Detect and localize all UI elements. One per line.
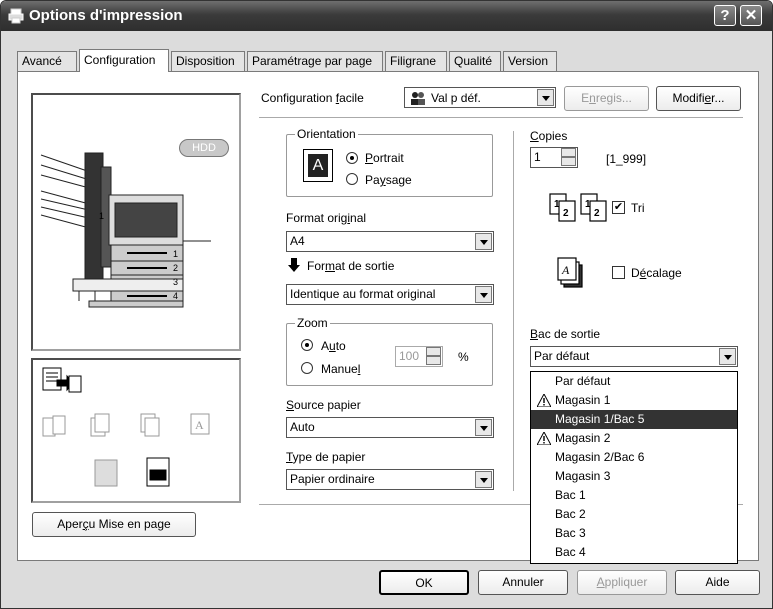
enregistrer-button[interactable]: Enregis...: [564, 86, 649, 111]
svg-text:2: 2: [563, 208, 569, 219]
arrow-down-icon: [288, 258, 300, 272]
tab-filigrane[interactable]: Filigrane: [385, 51, 447, 71]
ok-button[interactable]: OK: [379, 570, 469, 595]
zoom-manuel-label: Manuel: [321, 362, 361, 376]
modifier-button[interactable]: Modifier...: [656, 86, 741, 111]
config-facile-select[interactable]: Val p déf.: [404, 87, 556, 108]
tray-number-2: 2: [173, 263, 178, 273]
title-bar[interactable]: Options d'impression ? ✕: [1, 1, 772, 31]
dropdown-item[interactable]: Bac 4: [531, 543, 737, 562]
tri-label: Tri: [631, 201, 645, 215]
svg-text:1: 1: [554, 199, 560, 210]
printer-illustration: 1 1 2 3 4: [40, 152, 211, 308]
side-tray-number: 1: [99, 211, 104, 221]
decalage-label: Décalage: [631, 266, 682, 280]
apercu-mise-en-page-button[interactable]: Aperçu Mise en page: [32, 512, 196, 537]
printer-icon: [8, 8, 24, 24]
spin-down-icon[interactable]: [561, 157, 576, 166]
warning-icon: [537, 432, 551, 445]
dropdown-item[interactable]: Magasin 2: [531, 429, 737, 448]
svg-text:A: A: [195, 418, 204, 432]
copies-label: Copies: [530, 129, 568, 143]
chevron-down-icon: [719, 348, 736, 365]
svg-text:1: 1: [585, 199, 591, 210]
tab-version[interactable]: Version: [503, 51, 557, 71]
tray-number-3: 3: [173, 277, 178, 287]
dropdown-item[interactable]: Bac 1: [531, 486, 737, 505]
appliquer-button[interactable]: Appliquer: [577, 570, 667, 595]
source-papier-select[interactable]: Auto: [286, 417, 494, 438]
svg-text:A: A: [561, 263, 570, 277]
bac-sortie-label: Bac de sortie: [530, 327, 601, 341]
tray-number-4: 4: [173, 291, 178, 301]
print-queue-icon: [42, 367, 82, 393]
chevron-down-icon: [475, 233, 492, 250]
tab-configuration[interactable]: Configuration: [79, 49, 169, 72]
dropdown-item[interactable]: Magasin 3: [531, 467, 737, 486]
zoom-manuel-radio[interactable]: [301, 362, 313, 374]
collate-icon: 12 12: [549, 193, 607, 222]
portrait-label: Portrait: [365, 151, 404, 165]
zoom-auto-label: Auto: [321, 339, 346, 353]
annuler-button[interactable]: Annuler: [478, 570, 568, 595]
format-sortie-label: Format de sortie: [307, 259, 395, 273]
chevron-down-icon: [537, 89, 554, 106]
type-papier-select[interactable]: Papier ordinaire: [286, 469, 494, 490]
dropdown-item[interactable]: Magasin 2/Bac 6: [531, 448, 737, 467]
tri-checkbox[interactable]: ✔: [612, 201, 625, 214]
layout-icons: A: [42, 367, 210, 487]
bac-sortie-dropdown: Par défaut Magasin 1 Magasin 1/Bac 5 Mag…: [530, 371, 738, 564]
format-sortie-select[interactable]: Identique au format original: [286, 284, 494, 305]
orientation-legend: Orientation: [295, 127, 358, 141]
chevron-down-icon: [475, 419, 492, 436]
svg-text:2: 2: [594, 208, 600, 219]
spin-up-icon[interactable]: [426, 347, 441, 356]
portrait-radio[interactable]: [346, 152, 358, 164]
help-button[interactable]: ?: [714, 5, 736, 26]
zoom-stepper[interactable]: 100: [395, 346, 443, 367]
bac-sortie-select[interactable]: Par défaut: [530, 346, 738, 367]
zoom-legend: Zoom: [295, 316, 330, 330]
separator: [259, 117, 743, 118]
portrait-preview: A: [303, 149, 333, 182]
print-options-dialog: Options d'impression ? ✕ Avancé Configur…: [0, 0, 773, 609]
source-papier-label: Source papier: [286, 398, 361, 412]
close-button[interactable]: ✕: [740, 5, 762, 26]
copies-stepper[interactable]: 1: [530, 147, 578, 168]
tab-disposition[interactable]: Disposition: [171, 51, 245, 71]
dropdown-item[interactable]: Par défaut: [531, 372, 737, 391]
tray-number-1: 1: [173, 249, 178, 259]
warning-icon: [537, 394, 551, 407]
chevron-down-icon: [475, 286, 492, 303]
zoom-auto-radio[interactable]: [301, 339, 313, 351]
config-facile-label: Configuration facile: [261, 91, 364, 105]
orientation-glyph: A: [308, 154, 328, 177]
format-original-select[interactable]: A4: [286, 231, 494, 252]
dropdown-item-selected[interactable]: Magasin 1/Bac 5: [531, 410, 737, 429]
aide-button[interactable]: Aide: [675, 570, 760, 595]
tab-qualite[interactable]: Qualité: [449, 51, 501, 71]
spin-up-icon[interactable]: [561, 148, 576, 157]
paysage-radio[interactable]: [346, 173, 358, 185]
type-papier-label: Type de papier: [286, 450, 366, 464]
layout-icons-panel: A: [31, 358, 241, 503]
offset-stack-icon: A: [557, 257, 583, 288]
dropdown-item[interactable]: Magasin 1: [531, 391, 737, 410]
column-divider: [513, 131, 514, 491]
hdd-badge: HDD: [179, 139, 229, 157]
window-title: Options d'impression: [29, 7, 183, 24]
copies-range: [1_999]: [606, 152, 647, 166]
spin-down-icon[interactable]: [426, 356, 441, 365]
decalage-checkbox[interactable]: [612, 266, 625, 279]
paysage-label: Paysage: [365, 173, 412, 187]
chevron-down-icon: [475, 471, 492, 488]
format-original-label: Format original: [286, 211, 367, 225]
users-icon: [411, 92, 425, 105]
dropdown-item[interactable]: Bac 2: [531, 505, 737, 524]
tab-parametrage-par-page[interactable]: Paramétrage par page: [247, 51, 383, 71]
dropdown-item[interactable]: Bac 3: [531, 524, 737, 543]
zoom-unit: %: [458, 350, 469, 364]
printer-preview: 1 1 2 3 4: [31, 93, 241, 351]
tab-avance[interactable]: Avancé: [17, 51, 77, 71]
